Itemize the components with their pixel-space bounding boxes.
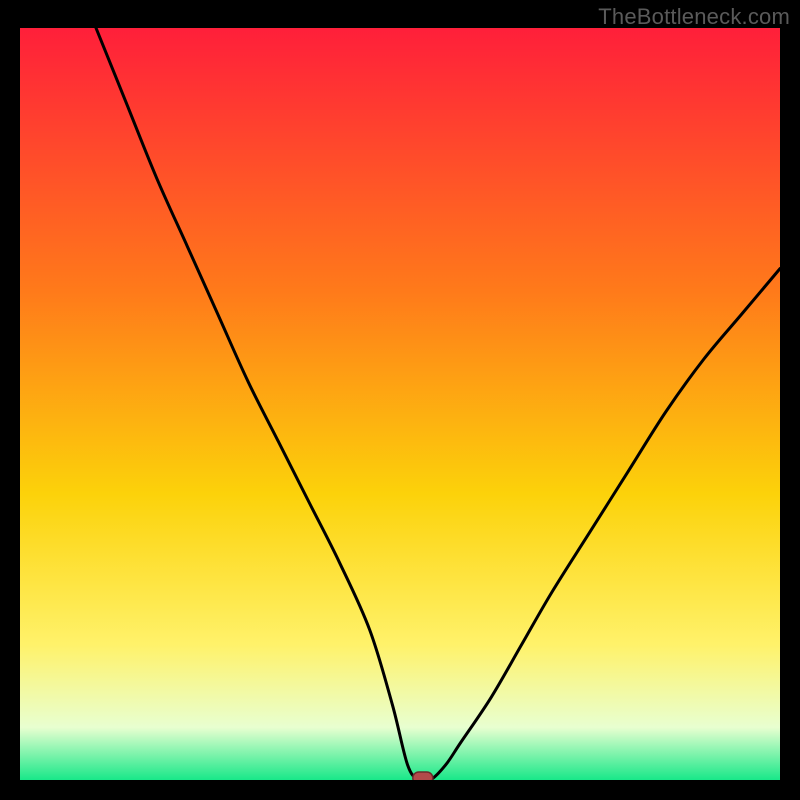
chart-svg <box>20 28 780 780</box>
chart-stage: TheBottleneck.com <box>0 0 800 800</box>
minimum-marker <box>413 772 433 780</box>
watermark-text: TheBottleneck.com <box>598 4 790 30</box>
plot-inner <box>20 28 780 780</box>
gradient-background <box>20 28 780 780</box>
plot-frame <box>20 28 780 780</box>
